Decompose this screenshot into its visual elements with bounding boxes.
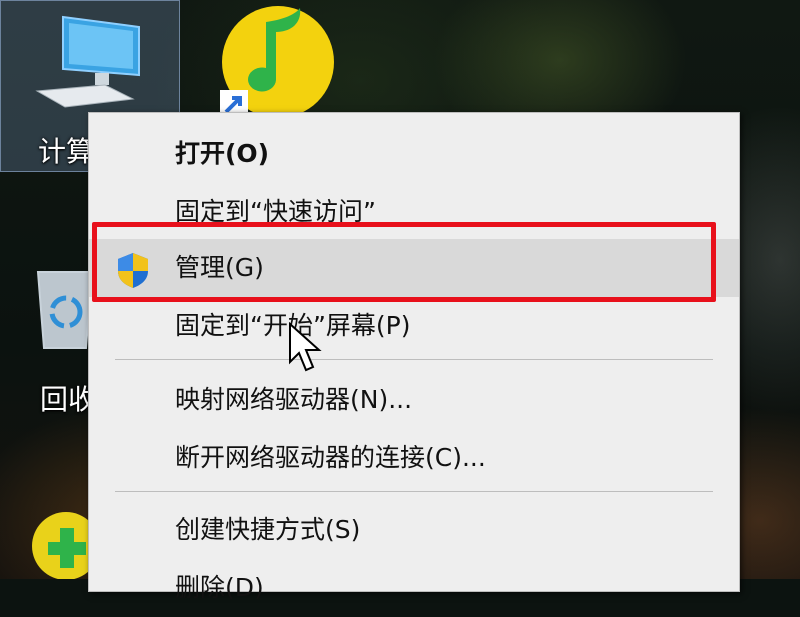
- menu-item-label: 映射网络驱动器(N)...: [175, 385, 413, 414]
- menu-separator: [115, 359, 713, 360]
- menu-item-label: 断开网络驱动器的连接(C)...: [175, 443, 486, 472]
- menu-item-label: 创建快捷方式(S): [175, 515, 361, 544]
- menu-item-open[interactable]: 打开(O): [89, 125, 739, 183]
- menu-item-create-shortcut[interactable]: 创建快捷方式(S): [89, 501, 739, 559]
- music-app-icon[interactable]: [220, 2, 340, 126]
- menu-item-map-network-drive[interactable]: 映射网络驱动器(N)...: [89, 371, 739, 429]
- mouse-cursor-icon: [289, 322, 322, 372]
- highlight-annotation-box: [92, 222, 716, 302]
- menu-item-label: 删除(D): [175, 573, 264, 602]
- context-menu: 打开(O) 固定到“快速访问” 管理(G) 固定到“开始”屏幕(P) 映射网络驱…: [88, 112, 740, 602]
- menu-item-pin-start[interactable]: 固定到“开始”屏幕(P): [89, 297, 739, 355]
- menu-item-label: 打开(O): [175, 139, 270, 168]
- menu-item-delete[interactable]: 删除(D): [89, 559, 739, 617]
- menu-separator: [115, 491, 713, 492]
- monitor-icon: [35, 15, 140, 108]
- desktop-icon-label: 计算: [38, 135, 95, 168]
- menu-item-disconnect-network-drive[interactable]: 断开网络驱动器的连接(C)...: [89, 429, 739, 487]
